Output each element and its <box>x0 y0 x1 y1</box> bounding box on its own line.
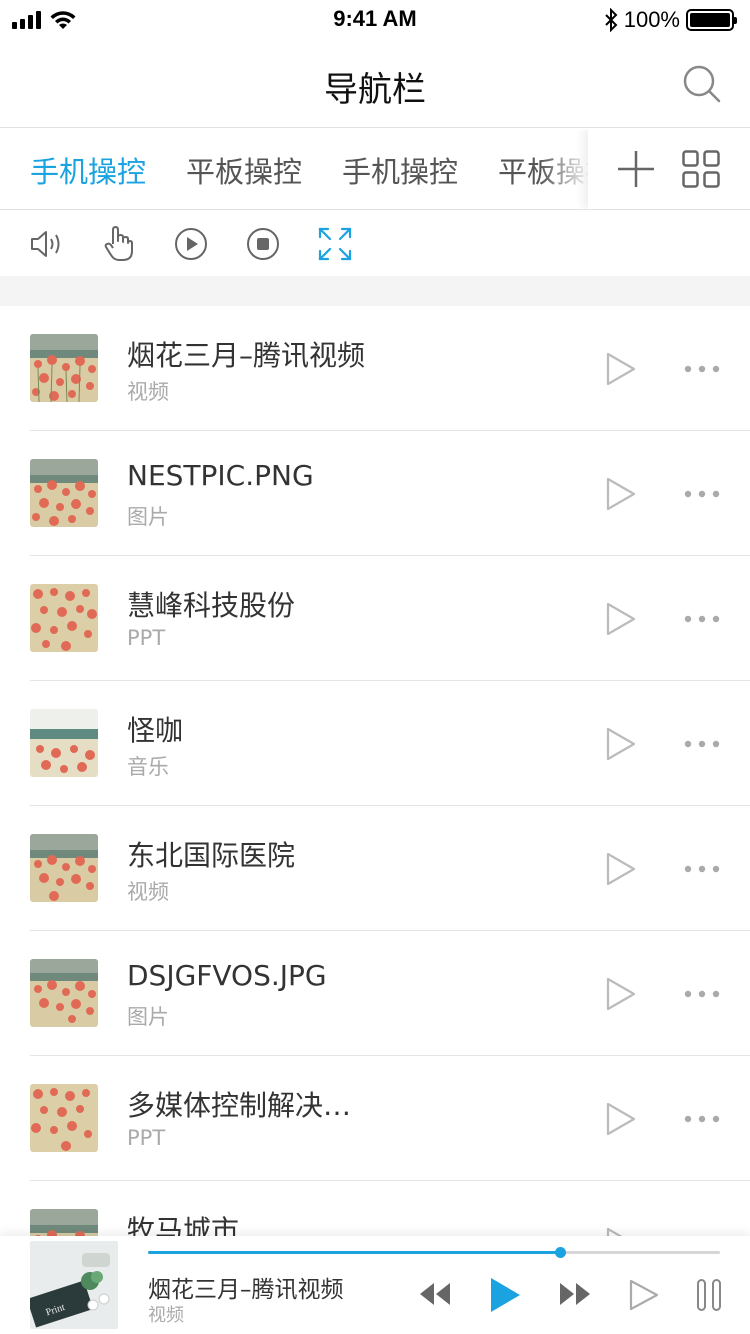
media-type: 视频 <box>127 880 169 904</box>
media-thumbnail <box>30 959 98 1027</box>
fast-forward-icon <box>560 1283 590 1305</box>
media-thumbnail <box>30 584 98 652</box>
media-thumbnail <box>30 709 98 777</box>
pause-icon <box>697 1279 721 1311</box>
list-item[interactable]: 怪咖 音乐 <box>0 681 750 806</box>
media-type: 图片 <box>127 505 169 529</box>
fullscreen-icon <box>318 227 352 260</box>
nav-bar: 导航栏 <box>0 40 750 128</box>
touch-button[interactable] <box>100 225 138 263</box>
play-button[interactable] <box>488 1276 522 1314</box>
media-title: 慧峰科技股份 <box>127 589 296 622</box>
progress-bar[interactable] <box>148 1247 720 1258</box>
volume-button[interactable] <box>28 225 66 263</box>
tab-phone-control[interactable]: 手机操控 <box>30 149 146 191</box>
progress-knob[interactable] <box>554 1247 566 1258</box>
media-title: 怪咖 <box>127 714 184 747</box>
grid-icon[interactable] <box>682 150 720 188</box>
player-title: 烟花三月–腾讯视频 <box>148 1277 344 1303</box>
stop-circle-icon <box>247 227 279 260</box>
search-icon[interactable] <box>682 64 722 104</box>
plus-icon[interactable] <box>616 149 656 189</box>
fullscreen-button[interactable] <box>316 225 354 263</box>
list-item[interactable]: DSJGFVOS.JPG 图片 <box>0 931 750 1056</box>
status-bar: 9:41 AM 100% <box>0 0 750 40</box>
media-thumbnail <box>30 1209 98 1236</box>
media-type: PPT <box>127 626 166 650</box>
list-item[interactable]: 烟花三月–腾讯视频 视频 <box>0 306 750 431</box>
volume-icon <box>31 230 60 257</box>
play-outline-button[interactable] <box>628 1278 660 1312</box>
more-icon[interactable] <box>683 989 721 999</box>
play-circle-icon <box>175 227 207 260</box>
touch-hand-icon <box>104 225 133 261</box>
fast-forward-button[interactable] <box>558 1280 592 1308</box>
more-icon[interactable] <box>683 364 721 374</box>
status-right: 100% <box>604 7 737 33</box>
media-type: PPT <box>127 1126 166 1150</box>
media-list: 烟花三月–腾讯视频 视频 NESTPIC.PNG 图片 慧峰科技股份 PPT 怪… <box>0 306 750 1236</box>
more-icon[interactable] <box>683 739 721 749</box>
list-item[interactable]: 多媒体控制解决… PPT <box>0 1056 750 1181</box>
play-icon[interactable] <box>605 1101 637 1137</box>
more-icon[interactable] <box>683 1114 721 1124</box>
page-title: 导航栏 <box>324 70 426 110</box>
tab-list: 手机操控 平板操控 手机操控 平板操控 <box>30 149 590 191</box>
tab-tablet-control[interactable]: 平板操控 <box>186 149 302 191</box>
media-title: 多媒体控制解决… <box>127 1089 352 1122</box>
media-type: 图片 <box>127 1005 169 1029</box>
media-thumbnail <box>30 1084 98 1152</box>
tab-bar: 手机操控 平板操控 手机操控 平板操控 <box>0 129 750 210</box>
progress-fill <box>148 1251 560 1254</box>
play-icon[interactable] <box>605 851 637 887</box>
stop-button[interactable] <box>244 225 282 263</box>
media-title: DSJGFVOS.JPG <box>127 959 327 992</box>
mini-player: Print 烟花三月–腾讯视频 视频 <box>0 1236 750 1334</box>
battery-icon <box>686 9 737 31</box>
play-icon <box>491 1278 520 1312</box>
media-title: 牧马城市 <box>127 1214 240 1236</box>
section-divider <box>0 276 750 306</box>
list-item[interactable]: 东北国际医院 视频 <box>0 806 750 931</box>
tab-phone-control-2[interactable]: 手机操控 <box>342 149 458 191</box>
more-icon[interactable] <box>683 614 721 624</box>
rewind-icon <box>420 1283 450 1305</box>
more-icon[interactable] <box>683 489 721 499</box>
play-icon[interactable] <box>605 726 637 762</box>
media-title: 烟花三月–腾讯视频 <box>127 339 366 372</box>
rewind-button[interactable] <box>418 1280 452 1308</box>
player-type: 视频 <box>148 1305 184 1326</box>
media-title: 东北国际医院 <box>127 839 296 872</box>
play-button[interactable] <box>172 225 210 263</box>
control-toolbar <box>0 211 750 276</box>
play-icon[interactable] <box>605 601 637 637</box>
player-artwork[interactable]: Print <box>30 1241 118 1329</box>
media-thumbnail <box>30 334 98 402</box>
play-icon[interactable] <box>605 476 637 512</box>
media-thumbnail <box>30 834 98 902</box>
battery-percent: 100% <box>623 7 680 32</box>
play-outline-icon <box>629 1279 659 1311</box>
tabs-fade <box>540 129 590 209</box>
media-thumbnail <box>30 459 98 527</box>
play-icon[interactable] <box>605 1226 637 1236</box>
tab-actions <box>588 129 750 209</box>
play-icon[interactable] <box>605 351 637 387</box>
list-item[interactable]: NESTPIC.PNG 图片 <box>0 431 750 556</box>
list-item[interactable]: 牧马城市 <box>0 1181 750 1236</box>
media-title: NESTPIC.PNG <box>127 459 314 492</box>
bluetooth-icon <box>605 8 618 32</box>
media-type: 音乐 <box>127 755 169 779</box>
pause-button[interactable] <box>696 1278 722 1312</box>
list-item[interactable]: 慧峰科技股份 PPT <box>0 556 750 681</box>
play-icon[interactable] <box>605 976 637 1012</box>
media-type: 视频 <box>127 380 169 404</box>
more-icon[interactable] <box>683 864 721 874</box>
